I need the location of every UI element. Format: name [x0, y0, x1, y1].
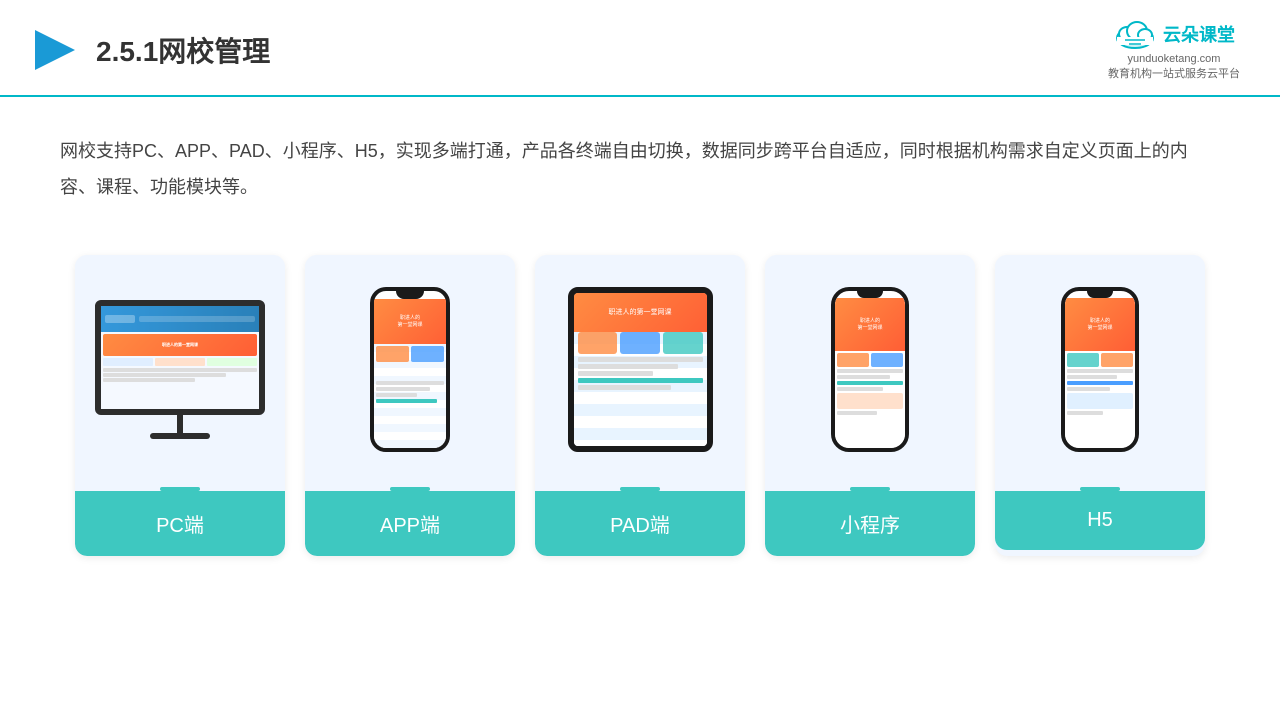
cloud-icon	[1113, 18, 1157, 50]
page-title: 2.5.1网校管理	[96, 30, 270, 70]
card-h5-image: 职进人的第一堂网课	[995, 255, 1205, 475]
card-pc-label: PC端	[75, 491, 285, 556]
card-app: 职进人的第一堂网课 APP端	[305, 255, 515, 556]
play-icon	[30, 25, 80, 75]
card-app-image: 职进人的第一堂网课	[305, 255, 515, 475]
card-app-label: APP端	[305, 491, 515, 556]
card-pad-label: PAD端	[535, 491, 745, 556]
card-miniprogram: 职进人的第一堂网课	[765, 255, 975, 556]
app-phone-mockup: 职进人的第一堂网课	[370, 287, 450, 452]
logo-cloud: 云朵课堂	[1113, 18, 1235, 50]
logo-text: 云朵课堂	[1163, 21, 1235, 47]
pc-monitor-mockup: 职进人的第一堂网课	[95, 300, 265, 439]
card-h5-label: H5	[995, 491, 1205, 550]
cards-container: 职进人的第一堂网课	[0, 235, 1280, 576]
card-pad: 职进人的第一堂网课	[535, 255, 745, 556]
logo-area: 云朵课堂 yunduoketang.com 教育机构一站式服务云平台	[1108, 18, 1240, 83]
logo-tagline: yunduoketang.com 教育机构一站式服务云平台	[1108, 52, 1240, 83]
header-left: 2.5.1网校管理	[30, 25, 270, 75]
miniprogram-phone-mockup: 职进人的第一堂网课	[831, 287, 909, 452]
card-miniprogram-label: 小程序	[765, 491, 975, 556]
card-pc-image: 职进人的第一堂网课	[75, 255, 285, 475]
card-h5: 职进人的第一堂网课	[995, 255, 1205, 556]
card-pad-image: 职进人的第一堂网课	[535, 255, 745, 475]
pad-tablet-mockup: 职进人的第一堂网课	[568, 287, 713, 452]
description-text: 网校支持PC、APP、PAD、小程序、H5，实现多端打通，产品各终端自由切换，数…	[0, 97, 1280, 225]
card-miniprogram-image: 职进人的第一堂网课	[765, 255, 975, 475]
card-pc: 职进人的第一堂网课	[75, 255, 285, 556]
header: 2.5.1网校管理 云朵课堂 yunduoketang.com 教育机构一站式服…	[0, 0, 1280, 97]
h5-phone-mockup: 职进人的第一堂网课	[1061, 287, 1139, 452]
